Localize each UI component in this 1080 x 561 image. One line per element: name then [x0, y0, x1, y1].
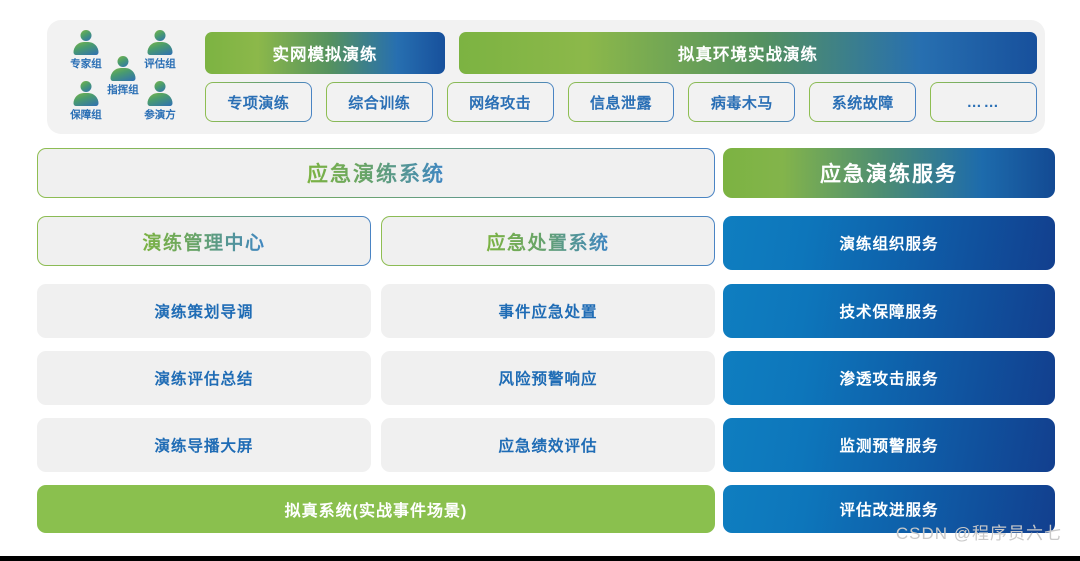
- pill-virus-trojan[interactable]: 病毒木马: [688, 82, 795, 122]
- top-scenario-card: 专家组 评估组 指挥组 保障组 参演方 实网模拟演练 拟真环境实战演练 专项演练…: [47, 20, 1045, 134]
- person-icon-head: [117, 56, 129, 67]
- feature-emergency-performance-assessment[interactable]: 应急绩效评估: [381, 418, 715, 472]
- person-icon-body: [73, 42, 99, 55]
- system-title-bar: 应急演练系统: [37, 148, 715, 198]
- feature-drill-assessment-summary[interactable]: 演练评估总结: [37, 351, 371, 405]
- person-icon-body: [73, 93, 99, 106]
- feature-row-2: 演练评估总结 风险预警响应: [37, 351, 715, 405]
- main-architecture-area: 应急演练系统 演练管理中心 应急处置系统 演练策划导调 事件应急处置 演练评估总…: [37, 148, 1055, 533]
- person-icon: [108, 56, 138, 83]
- feature-drill-broadcast-screen[interactable]: 演练导播大屏: [37, 418, 371, 472]
- subsystem-emergency-response-system[interactable]: 应急处置系统: [381, 216, 715, 266]
- scenario-pill-row: 专项演练 综合训练 网络攻击 信息泄露 病毒木马 系统故障 ……: [205, 82, 1037, 122]
- pill-more-ellipsis[interactable]: ……: [930, 82, 1037, 122]
- service-technical-support[interactable]: 技术保障服务: [723, 284, 1055, 338]
- person-icon-body: [147, 42, 173, 55]
- service-drill-organization[interactable]: 演练组织服务: [723, 216, 1055, 270]
- pill-system-failure[interactable]: 系统故障: [809, 82, 916, 122]
- person-icon-head: [80, 81, 92, 92]
- service-column: 应急演练服务 演练组织服务 技术保障服务 渗透攻击服务 监测预警服务 评估改进服…: [723, 148, 1055, 533]
- person-icon: [71, 30, 101, 57]
- subsystem-label: 应急处置系统: [486, 228, 609, 255]
- feature-row-1: 演练策划导调 事件应急处置: [37, 284, 715, 338]
- subsystem-row: 演练管理中心 应急处置系统: [37, 216, 715, 266]
- feature-drill-planning[interactable]: 演练策划导调: [37, 284, 371, 338]
- feature-risk-warning-response[interactable]: 风险预警响应: [381, 351, 715, 405]
- system-column: 应急演练系统 演练管理中心 应急处置系统 演练策划导调 事件应急处置 演练评估总…: [37, 148, 715, 533]
- pill-information-leak[interactable]: 信息泄露: [568, 82, 675, 122]
- system-title-text: 应急演练系统: [307, 158, 445, 188]
- feature-incident-emergency-handling[interactable]: 事件应急处置: [381, 284, 715, 338]
- person-icon: [145, 30, 175, 57]
- simulation-system-footer[interactable]: 拟真系统(实战事件场景): [37, 485, 715, 533]
- role-support-group: 保障组: [60, 81, 112, 121]
- person-icon-head: [80, 30, 92, 41]
- person-icon-head: [154, 30, 166, 41]
- role-icon-group: 专家组 评估组 指挥组 保障组 参演方: [56, 28, 208, 128]
- subsystem-label: 演练管理中心: [142, 228, 265, 255]
- role-label: 参演方: [144, 109, 176, 121]
- person-icon-body: [147, 93, 173, 106]
- person-icon: [145, 81, 175, 108]
- service-monitoring-warning[interactable]: 监测预警服务: [723, 418, 1055, 472]
- diagram-page: 专家组 评估组 指挥组 保障组 参演方 实网模拟演练 拟真环境实战演练 专项演练…: [0, 0, 1080, 561]
- service-penetration-attack[interactable]: 渗透攻击服务: [723, 351, 1055, 405]
- banner-simulated-environment-drill[interactable]: 拟真环境实战演练: [459, 32, 1037, 74]
- subsystem-drill-management-center[interactable]: 演练管理中心: [37, 216, 371, 266]
- service-assessment-improvement[interactable]: 评估改进服务: [723, 485, 1055, 533]
- person-icon: [71, 81, 101, 108]
- pill-special-drill[interactable]: 专项演练: [205, 82, 312, 122]
- scenario-banner-row: 实网模拟演练 拟真环境实战演练: [205, 32, 1037, 74]
- service-title-bar: 应急演练服务: [723, 148, 1055, 198]
- role-label: 保障组: [70, 109, 102, 121]
- role-participant-group: 参演方: [134, 81, 186, 121]
- person-icon-body: [110, 68, 136, 81]
- banner-real-network-simulation[interactable]: 实网模拟演练: [205, 32, 445, 74]
- pill-comprehensive-training[interactable]: 综合训练: [326, 82, 433, 122]
- person-icon-head: [154, 81, 166, 92]
- feature-row-3: 演练导播大屏 应急绩效评估: [37, 418, 715, 472]
- pill-network-attack[interactable]: 网络攻击: [447, 82, 554, 122]
